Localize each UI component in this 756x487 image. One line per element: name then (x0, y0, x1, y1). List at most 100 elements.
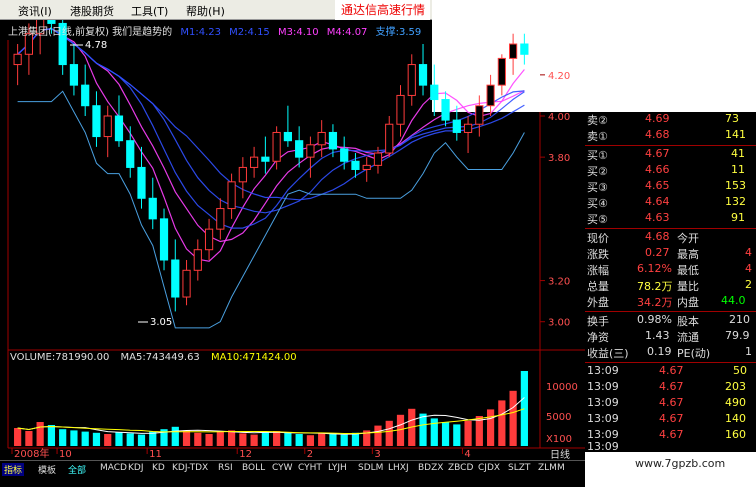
volume-bar (261, 432, 269, 446)
menu-item-tools[interactable]: 工具(T) (131, 3, 168, 19)
candle-body (216, 208, 225, 230)
stock-title: 上港集团(日线,前复权) 我们是趋势的 (8, 27, 173, 38)
tab-bdzx[interactable]: BDZX (418, 463, 443, 473)
volume-bar (351, 432, 360, 446)
tick-price: 4.67 (659, 364, 684, 377)
stat-value: 4 (745, 262, 752, 275)
volume-bar (92, 432, 101, 446)
tab-boll[interactable]: BOLL (242, 463, 265, 473)
candle-body (520, 43, 529, 55)
ma-label-m2: M2:4.15 (229, 27, 270, 38)
volume-bar (374, 425, 382, 446)
bid-price: 4.66 (645, 163, 670, 176)
candle-body (92, 105, 101, 138)
tick-volume: 490 (725, 396, 746, 409)
stat-value: 6.12% (637, 262, 672, 275)
volume-bar (273, 431, 281, 446)
stat-value: 0.27 (645, 246, 670, 259)
candle-body (497, 57, 506, 86)
candle-body (509, 43, 518, 59)
period-label[interactable]: 日线 (550, 446, 570, 461)
candle-body (204, 228, 214, 251)
bid-volume: 11 (731, 163, 745, 176)
volume-bar (104, 434, 112, 446)
tab-kdj[interactable]: KDJ (128, 463, 144, 473)
tab-all[interactable]: 全部 (68, 463, 86, 476)
tab-lhxj[interactable]: LHXJ (388, 463, 409, 473)
volume-bar (239, 433, 247, 446)
candle-body (317, 131, 326, 146)
tab-kdj-tdx[interactable]: KDJ-TDX (172, 463, 208, 473)
bid-price: 4.67 (645, 147, 670, 160)
bid-price: 4.63 (645, 211, 670, 224)
volume-bar (340, 434, 348, 446)
tab-cyw[interactable]: CYW (272, 463, 293, 473)
tab-kd[interactable]: KD (152, 463, 165, 473)
bid-label: 买① (587, 149, 608, 162)
candle-body (430, 84, 439, 101)
tab-indicators[interactable]: 指标 (2, 463, 25, 476)
stat-label: 净资 (587, 331, 609, 344)
stats-divider (585, 311, 756, 312)
volume-bar (14, 428, 22, 446)
menu-item-hk-futures[interactable]: 港股期货 (70, 3, 114, 19)
bid-row: 买⑤ 4.63 91 (585, 211, 756, 229)
candle-body (114, 115, 124, 142)
volume-bar (385, 420, 393, 446)
candle-body (306, 144, 315, 158)
tab-cjdx[interactable]: CJDX (478, 463, 500, 473)
date-tick-label: 11 (149, 449, 162, 460)
volume-bar (216, 431, 224, 446)
tick-volume: 50 (733, 364, 747, 377)
candle-body (328, 131, 338, 150)
tab-macd[interactable]: MACD (100, 463, 127, 473)
candle-body (418, 64, 428, 86)
volume-bar (441, 422, 450, 446)
volume-ma10: MA10:471424.00 (210, 352, 297, 363)
tab-slzt[interactable]: SLZT (508, 463, 530, 473)
tab-lyjh[interactable]: LYJH (328, 463, 347, 473)
candle-body (238, 166, 247, 183)
bid-volume: 41 (731, 147, 745, 160)
stat-row: 外盘 34.2万 内盘 44.0 (585, 294, 756, 312)
candle-body (137, 166, 146, 199)
volume-bar (498, 400, 506, 446)
tab-rsi[interactable]: RSI (218, 463, 233, 473)
candle-body (182, 269, 191, 298)
tick-time: 13:09 (587, 396, 619, 409)
tick-time: 13:09 (587, 364, 619, 377)
tab-templates[interactable]: 模板 (38, 463, 56, 476)
volume-bar (126, 433, 134, 446)
high-annotation: 4.78 (85, 40, 107, 51)
tab-cyht[interactable]: CYHT (298, 463, 322, 473)
ask-bid-divider (585, 145, 756, 146)
date-tick-label: 2 (307, 449, 313, 460)
volume-tick-label: 10000 (546, 382, 578, 393)
volume-bar (47, 425, 56, 446)
ma-label-m1: M1:4.23 (180, 27, 221, 38)
ask-price: 4.68 (645, 128, 670, 141)
stat-value: 79.9 (725, 329, 750, 342)
volume-bar (509, 390, 517, 446)
menu-item-help[interactable]: 帮助(H) (186, 3, 225, 19)
ticker-banner[interactable]: 通达信高速行情 (335, 0, 430, 20)
volume-tick-label: X100 (546, 434, 572, 445)
volume-bar (430, 418, 438, 446)
volume-bar (25, 431, 33, 446)
candle-body (81, 84, 90, 107)
volume-bar (171, 426, 179, 446)
tick-price: 4.67 (659, 412, 684, 425)
bid-label: 买③ (587, 181, 608, 194)
tab-zbcd[interactable]: ZBCD (448, 463, 473, 473)
bid-label: 买② (587, 165, 608, 178)
menu-item-info[interactable]: 资讯(I) (18, 3, 52, 19)
bid-label: 买⑤ (587, 213, 608, 226)
candle-body (452, 119, 461, 133)
ask-label: 卖① (587, 130, 608, 143)
tab-sdlm[interactable]: SDLM (358, 463, 383, 473)
tab-zlmm[interactable]: ZLMM (538, 463, 565, 473)
candle-body (103, 115, 112, 138)
ask-label: 卖② (587, 114, 608, 127)
stat-label: 涨跌 (587, 248, 609, 261)
kline-chart[interactable]: 4.20 4.00 3.80 3.20 3.00 10000 5000 X100 2008年… (0, 20, 585, 460)
